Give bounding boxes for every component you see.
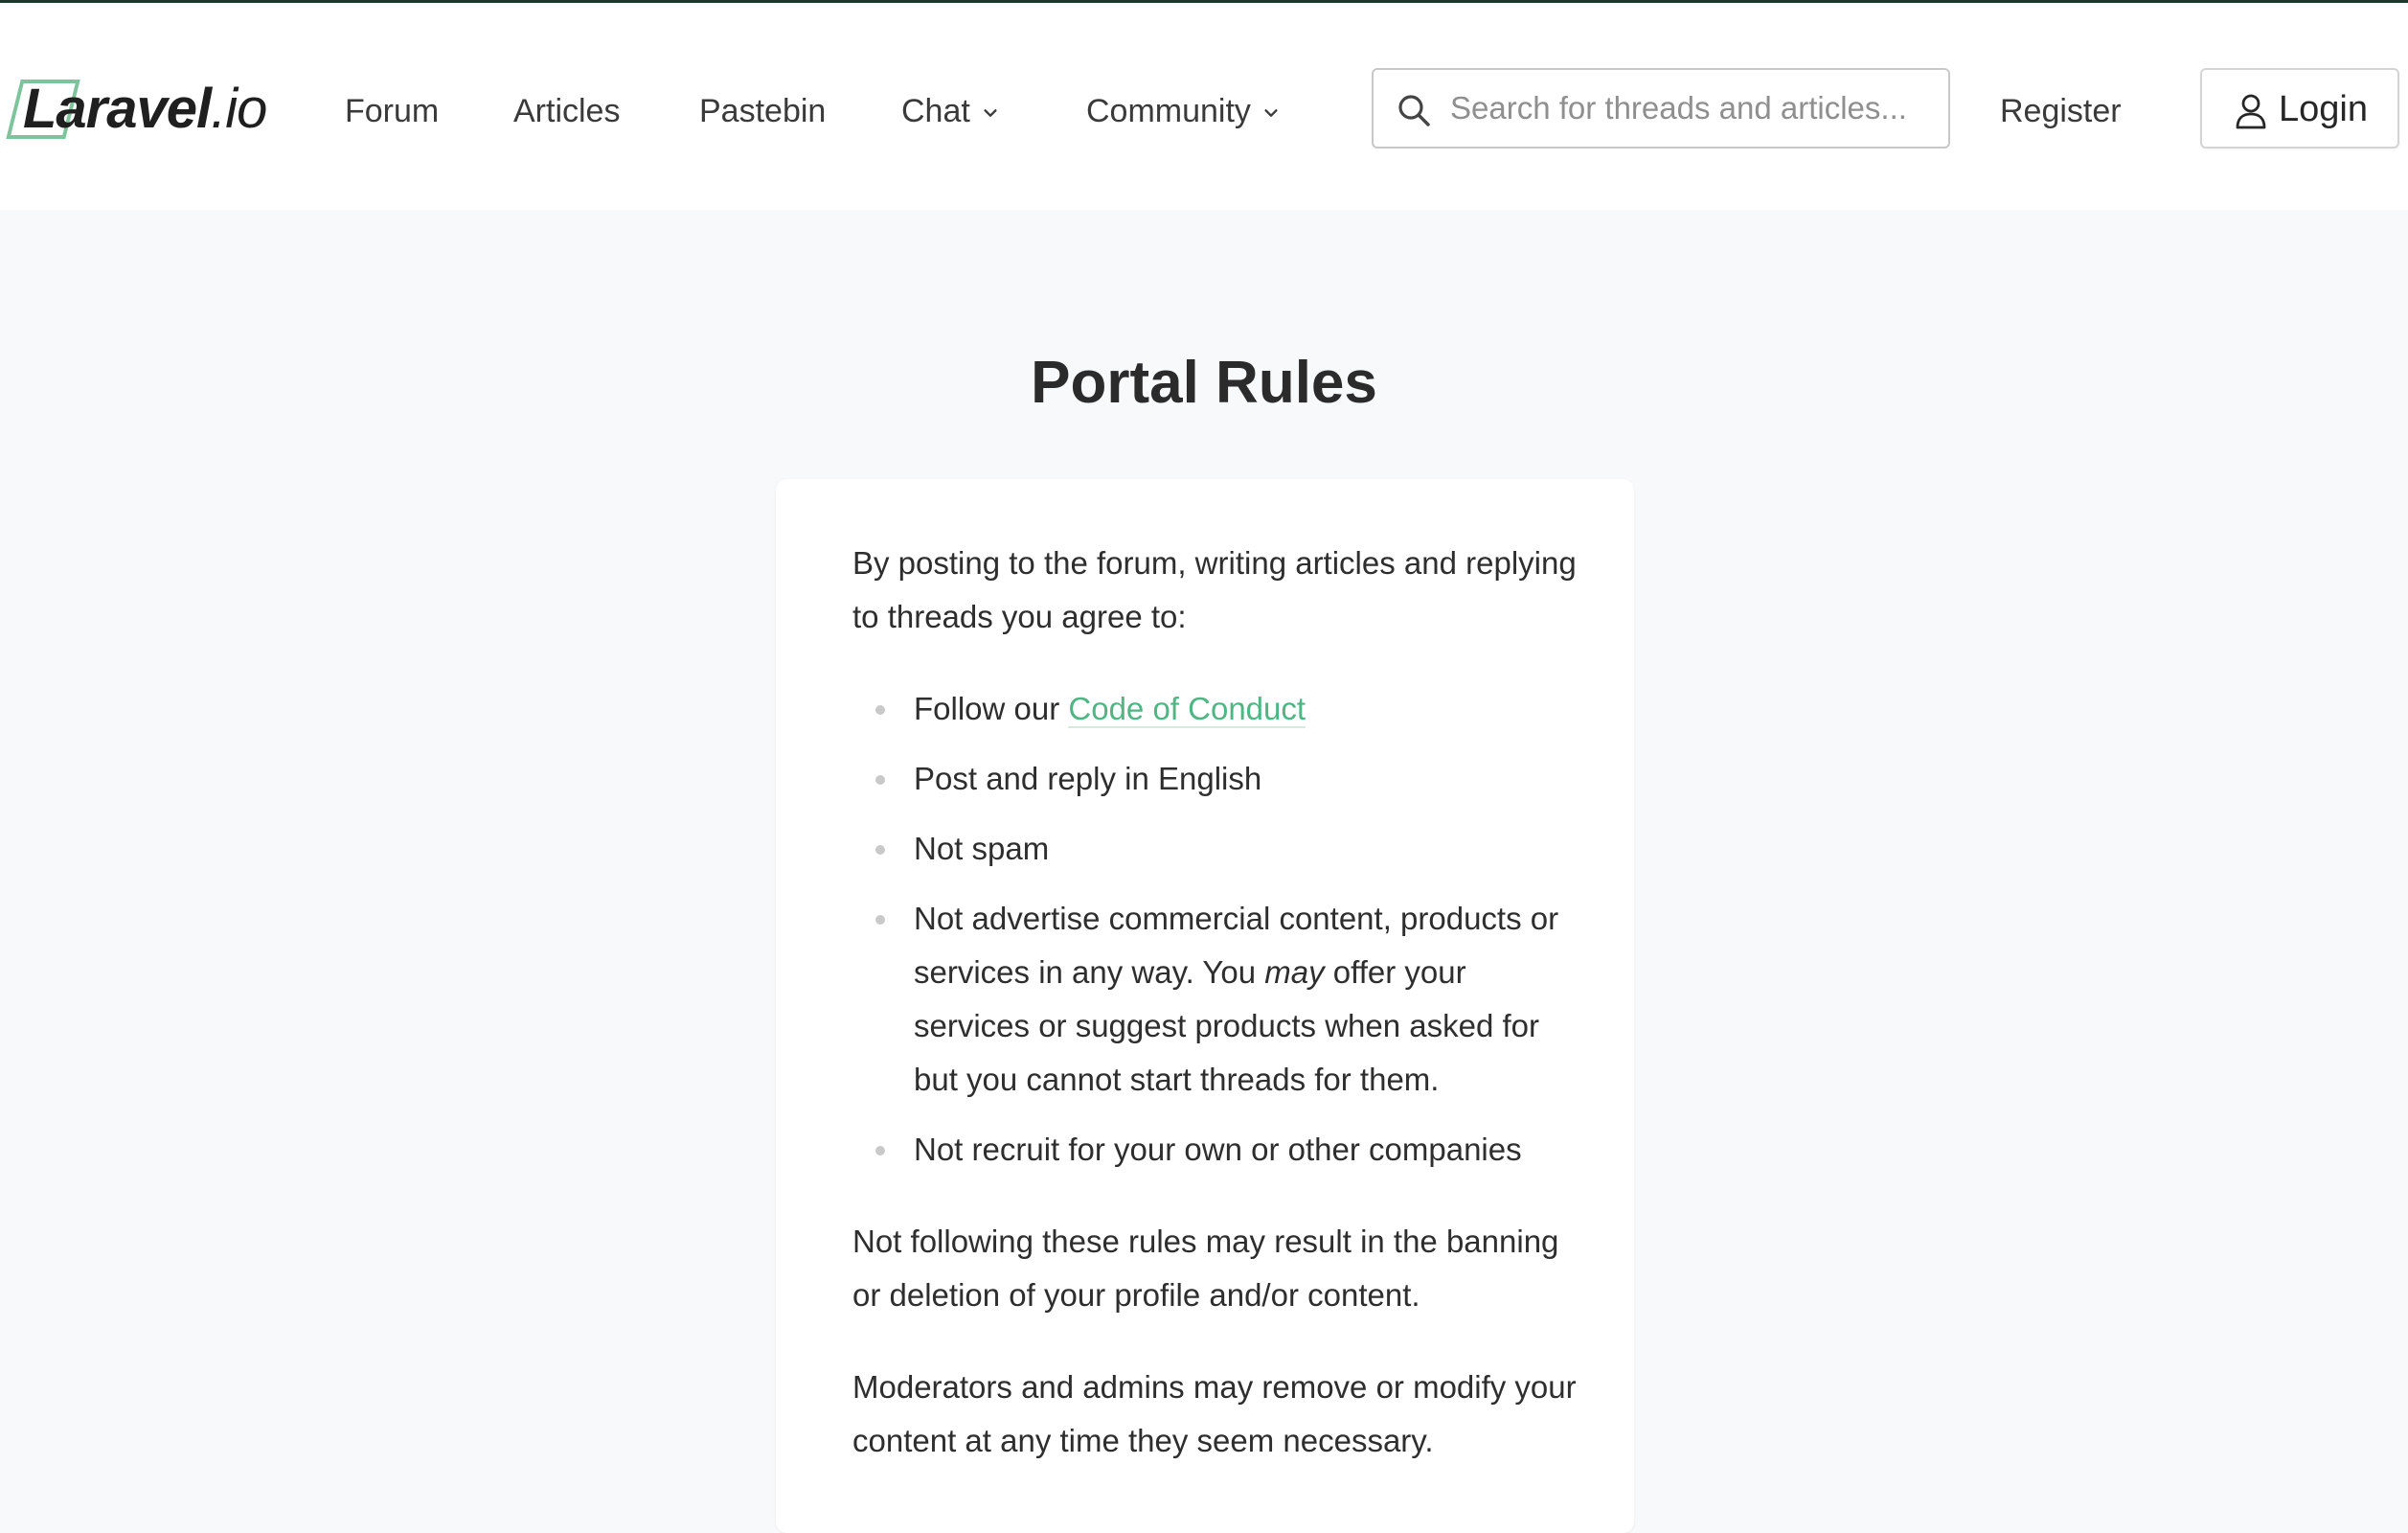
moderation-text: Moderators and admins may remove or modi… [852, 1369, 1577, 1458]
search-input[interactable] [1450, 83, 1929, 133]
bullet [875, 1146, 885, 1155]
rule-emphasis: may [1264, 954, 1325, 990]
chevron-down-icon [984, 109, 997, 117]
nav-pastebin[interactable]: Pastebin [699, 87, 826, 135]
login-label: Login [2279, 89, 2368, 129]
code-of-conduct-link[interactable]: Code of Conduct [1068, 691, 1306, 728]
nav-chat-label: Chat [901, 93, 970, 129]
search-box[interactable] [1372, 68, 1950, 149]
list-item: Follow our Code of Conduct [852, 682, 1580, 736]
rules-list: Follow our Code of Conduct Post and repl… [852, 682, 1580, 1177]
rule-text: Follow our [914, 691, 1069, 726]
rules-content: By posting to the forum, writing article… [852, 537, 1580, 1506]
register-link[interactable]: Register [2000, 87, 2122, 135]
bullet [875, 705, 885, 715]
site-header: Laravel.io Forum Articles Pastebin Chat … [0, 3, 2408, 210]
rules-card: By posting to the forum, writing article… [776, 479, 1634, 1533]
nav-community-label: Community [1086, 93, 1251, 129]
nav-community-dropdown[interactable]: Community [1086, 87, 1280, 135]
intro-text: By posting to the forum, writing article… [852, 545, 1577, 634]
site-logo[interactable]: Laravel.io [6, 75, 278, 144]
logo-text: Laravel.io [23, 75, 267, 144]
login-button[interactable]: Login [2200, 68, 2399, 149]
nav-articles[interactable]: Articles [513, 87, 620, 135]
search-icon [1398, 95, 1430, 126]
nav-forum[interactable]: Forum [345, 87, 439, 135]
list-item: Not advertise commercial content, produc… [852, 892, 1580, 1107]
list-item: Post and reply in English [852, 752, 1580, 806]
page-title: Portal Rules [1031, 350, 1377, 416]
logo-suffix: .io [211, 78, 267, 140]
consequence-text: Not following these rules may result in … [852, 1224, 1559, 1313]
bullet [875, 775, 885, 785]
bullet [875, 915, 885, 925]
list-item: Not recruit for your own or other compan… [852, 1123, 1580, 1177]
chevron-down-icon [1264, 109, 1278, 117]
rule-text: Not spam [914, 831, 1050, 866]
user-icon [2236, 94, 2266, 129]
nav-chat-dropdown[interactable]: Chat [901, 87, 999, 135]
bullet [875, 845, 885, 855]
list-item: Not spam [852, 822, 1580, 876]
rule-text: Post and reply in English [914, 761, 1262, 796]
rule-text: Not recruit for your own or other compan… [914, 1132, 1522, 1167]
logo-word: Laravel [23, 78, 212, 140]
